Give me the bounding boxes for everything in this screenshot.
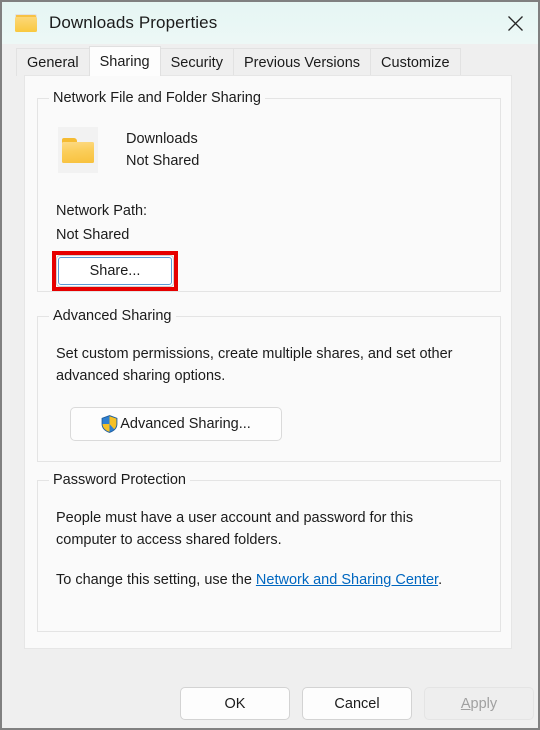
window-title: Downloads Properties: [49, 13, 218, 32]
folder-icon: [58, 127, 98, 173]
shared-folder-row: Downloads Not Shared: [58, 127, 199, 173]
folder-name: Downloads: [126, 131, 198, 147]
group-password-legend: Password Protection: [49, 472, 190, 488]
network-path-label: Network Path:: [56, 203, 148, 219]
folder-icon: [15, 14, 37, 32]
network-path-value: Not Shared: [56, 227, 130, 243]
advanced-sharing-description: Set custom permissions, create multiple …: [56, 346, 453, 384]
tab-previous-versions[interactable]: Previous Versions: [232, 48, 372, 76]
apply-accelerator: A: [460, 695, 471, 712]
tab-sharing[interactable]: Sharing: [88, 46, 161, 76]
share-button-label: Share...: [89, 263, 141, 279]
title-bar: Downloads Properties: [2, 2, 538, 44]
tab-customize[interactable]: Customize: [370, 48, 461, 76]
tab-strip: General Sharing Security Previous Versio…: [2, 44, 538, 76]
group-network-file-and-folder-sharing: Network File and Folder Sharing Download…: [37, 90, 501, 292]
share-button[interactable]: Share...: [56, 255, 174, 287]
uac-shield-icon: [101, 415, 118, 433]
advanced-sharing-button-label: Advanced Sharing...: [120, 416, 251, 432]
ok-button[interactable]: OK: [180, 687, 290, 720]
network-path-block: Network Path: Not Shared: [56, 199, 147, 247]
password-protection-description: People must have a user account and pass…: [56, 510, 414, 548]
tab-security[interactable]: Security: [159, 48, 234, 76]
group-network-legend: Network File and Folder Sharing: [49, 90, 265, 106]
close-icon[interactable]: [492, 2, 538, 44]
group-advanced-sharing: Advanced Sharing Set custom permissions,…: [37, 308, 501, 462]
folder-status: Not Shared: [126, 153, 200, 169]
apply-button: Apply: [424, 687, 534, 720]
dialog-footer: OK Cancel Apply: [2, 664, 538, 728]
properties-dialog: Downloads Properties General Sharing Sec…: [0, 0, 540, 730]
tab-general[interactable]: General: [16, 48, 90, 76]
network-and-sharing-center-link[interactable]: Network and Sharing Center: [256, 572, 438, 588]
advanced-sharing-button[interactable]: Advanced Sharing...: [70, 407, 282, 441]
cancel-button[interactable]: Cancel: [302, 687, 412, 720]
tab-content-sharing: Network File and Folder Sharing Download…: [24, 75, 512, 649]
group-advanced-legend: Advanced Sharing: [49, 308, 176, 324]
change-setting-prefix: To change this setting, use the: [56, 572, 256, 588]
apply-label-rest: pply: [470, 695, 498, 712]
change-setting-suffix: .: [438, 572, 443, 588]
group-password-protection: Password Protection People must have a u…: [37, 472, 501, 632]
password-protection-change-line: To change this setting, use the Network …: [56, 569, 476, 591]
